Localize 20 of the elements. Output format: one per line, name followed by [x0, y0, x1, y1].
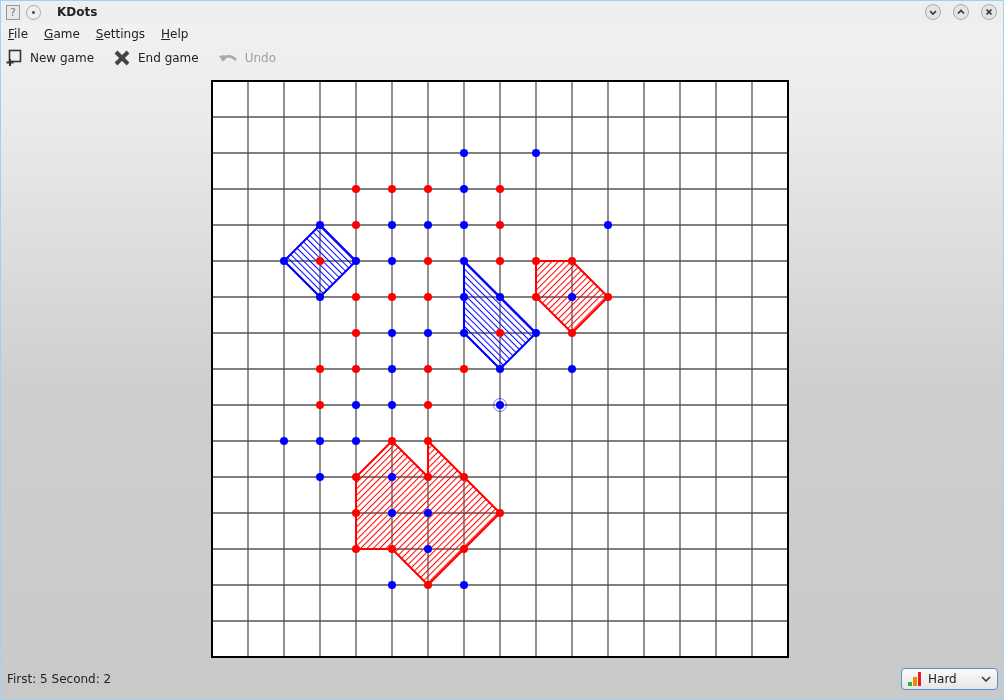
maximize-button[interactable]	[953, 4, 969, 20]
menu-item[interactable]: File	[8, 27, 29, 41]
new-game-icon	[6, 49, 22, 67]
game-board[interactable]	[211, 80, 789, 658]
undo-icon	[218, 52, 237, 64]
score-text: First: 5 Second: 2	[7, 671, 112, 686]
cross-icon	[114, 50, 131, 66]
difficulty-bars-icon	[908, 671, 922, 686]
toolbar-button[interactable]: End game	[114, 50, 199, 66]
window-title: KDots	[57, 5, 98, 19]
help-icon[interactable]: ?	[6, 4, 20, 20]
window-menu-icon[interactable]	[26, 4, 41, 20]
menu-item[interactable]: Help	[161, 27, 189, 41]
menu-item[interactable]: Game	[44, 27, 80, 41]
close-button[interactable]	[981, 4, 997, 20]
menu-item[interactable]: Settings	[95, 27, 146, 41]
difficulty-dropdown[interactable]: Hard	[901, 667, 998, 690]
toolbar-button[interactable]: New game	[6, 49, 95, 67]
chevron-down-icon	[981, 675, 991, 682]
minimize-button[interactable]	[925, 4, 941, 20]
